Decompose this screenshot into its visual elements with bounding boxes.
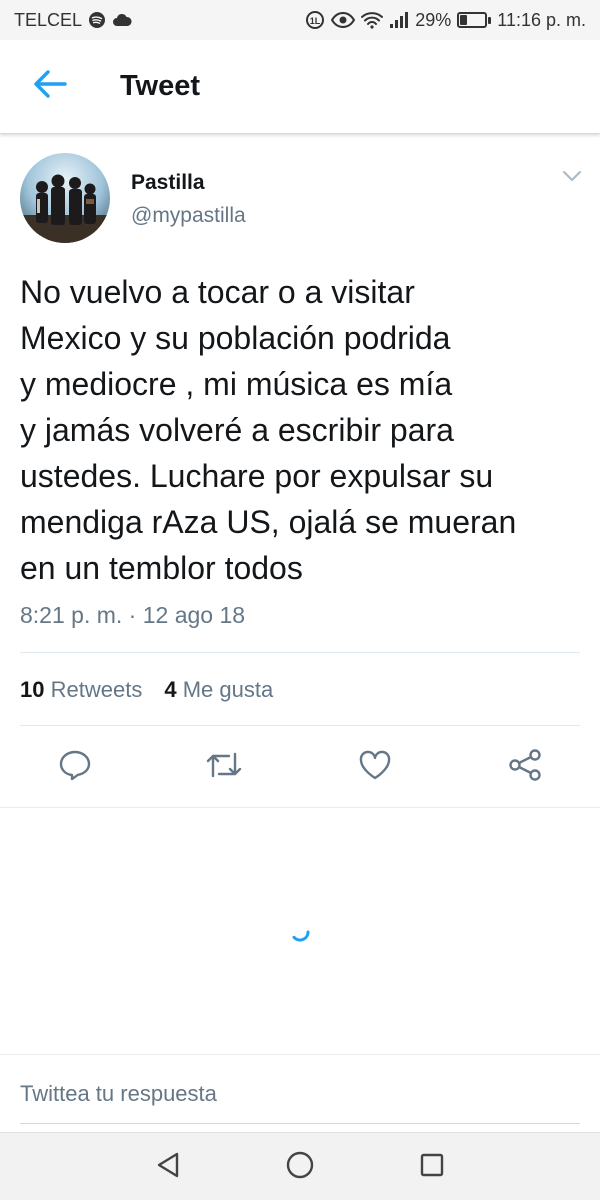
wifi-icon (361, 11, 384, 29)
author-username[interactable]: @mypastilla (131, 204, 246, 228)
nav-home-button[interactable] (282, 1149, 318, 1185)
like-count: 4 (164, 677, 177, 702)
heart-icon (358, 750, 392, 785)
tweet-detail: Pastilla @mypastilla No vuelvo a tocar o… (0, 135, 600, 781)
data-saver-icon: 1L (305, 10, 325, 30)
reply-bar: Twittea tu respuesta (0, 1054, 600, 1132)
like-button[interactable] (352, 744, 398, 790)
retweet-label: Retweets (50, 677, 143, 702)
back-button[interactable] (0, 40, 100, 134)
author-row: Pastilla @mypastilla (0, 135, 600, 245)
page-title: Tweet (120, 70, 201, 102)
tweet-options-button[interactable] (558, 167, 586, 189)
reply-icon (58, 749, 92, 786)
tweet-stats: 10 Retweets 4 Me gusta (20, 677, 273, 703)
share-button[interactable] (502, 744, 548, 790)
spotify-icon (88, 11, 106, 29)
loading-spinner-icon (287, 919, 313, 945)
reply-input[interactable]: Twittea tu respuesta (20, 1081, 580, 1107)
author-display-name[interactable]: Pastilla (131, 171, 205, 195)
status-bar: TELCEL 1L 29% 11:16 p. m. (0, 0, 600, 40)
triangle-back-icon (155, 1151, 181, 1184)
system-nav-bar (0, 1132, 600, 1200)
chevron-down-icon (562, 169, 582, 187)
divider (0, 807, 600, 808)
reply-input-underline (20, 1123, 580, 1124)
clock: 11:16 p. m. (497, 9, 586, 30)
tweet-text: No vuelvo a tocar o a visitar Mexico y s… (20, 274, 517, 586)
eye-icon (331, 12, 356, 28)
avatar[interactable] (20, 153, 110, 243)
nav-recents-button[interactable] (414, 1149, 450, 1185)
cloud-icon (112, 13, 132, 27)
like-label: Me gusta (182, 677, 274, 702)
retweets-stat[interactable]: 10 Retweets (20, 677, 142, 703)
tweet-actions (0, 730, 600, 808)
divider (20, 652, 580, 653)
reply-button[interactable] (52, 744, 98, 790)
carrier-label: TELCEL (14, 9, 83, 30)
retweet-count: 10 (20, 677, 45, 702)
divider (20, 725, 580, 726)
app-header: Tweet (0, 40, 600, 134)
retweet-icon (205, 750, 243, 785)
battery-icon (457, 12, 492, 28)
square-recents-icon (419, 1152, 445, 1183)
battery-percent: 29% (415, 9, 452, 30)
share-icon (508, 748, 542, 786)
tweet-timestamp: 8:21 p. m. · 12 ago 18 (20, 602, 246, 628)
back-arrow-icon (33, 69, 67, 104)
nav-back-button[interactable] (150, 1149, 186, 1185)
circle-home-icon (285, 1150, 315, 1185)
svg-text:1L: 1L (310, 16, 321, 26)
signal-icon (389, 11, 409, 29)
retweet-button[interactable] (201, 744, 247, 790)
likes-stat[interactable]: 4 Me gusta (164, 677, 273, 703)
